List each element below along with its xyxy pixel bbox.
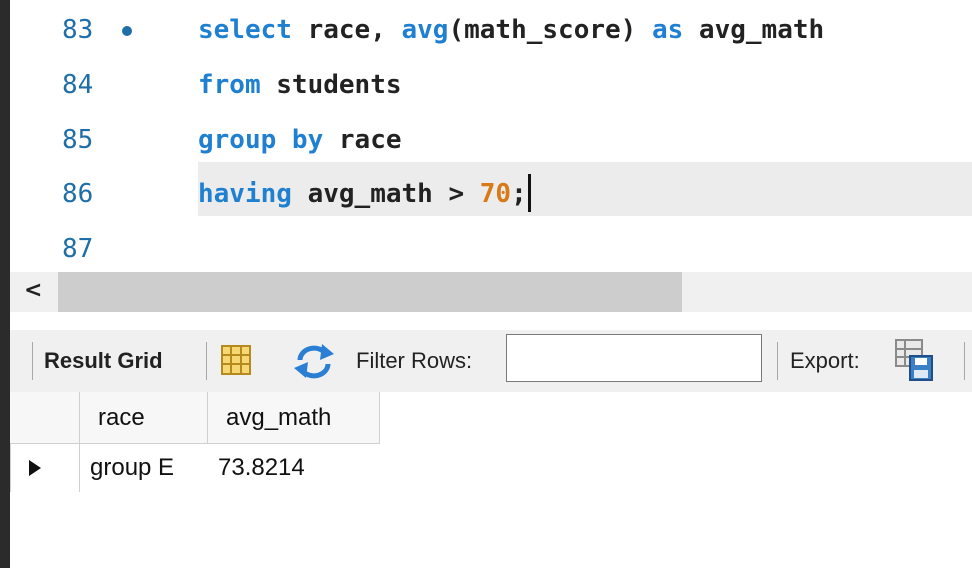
- line-number: 85: [62, 125, 94, 155]
- code-line-84: 84 from students: [10, 58, 972, 112]
- line-number: 87: [62, 234, 94, 264]
- grid-cell-avg-math[interactable]: 73.8214: [218, 444, 305, 492]
- code-line-86: 86 having avg_math > 70;: [10, 162, 972, 221]
- breakpoint-dot-icon[interactable]: [122, 26, 132, 36]
- toolbar-separator: [206, 342, 207, 380]
- column-header-label: avg_math: [226, 404, 332, 431]
- line-number: 83: [62, 15, 94, 45]
- export-icon[interactable]: [894, 338, 934, 382]
- result-grid: race avg_math group E 73.8214: [10, 392, 972, 568]
- filter-rows-input[interactable]: [506, 334, 762, 382]
- row-header-corner: [10, 392, 80, 444]
- code-token: avg_math >: [291, 179, 480, 209]
- keyword-token: select: [198, 15, 292, 45]
- toolbar-separator: [964, 342, 965, 380]
- grid-cell-race[interactable]: group E: [90, 444, 174, 492]
- form-editor-icon[interactable]: [220, 344, 254, 378]
- refresh-icon[interactable]: [292, 342, 336, 380]
- keyword-token: from: [198, 70, 261, 100]
- code-line-85: 85 group by race: [10, 113, 972, 167]
- current-row-arrow-icon: [29, 460, 41, 476]
- code-token: race,: [291, 15, 402, 45]
- function-token: avg: [401, 15, 449, 45]
- code-text: select race, avg(math_score) as avg_math: [198, 3, 824, 57]
- code-token: race: [323, 125, 402, 155]
- text-cursor: [527, 173, 531, 212]
- result-grid-tab[interactable]: Result Grid: [44, 330, 163, 392]
- code-text: group by race: [198, 113, 402, 167]
- toolbar-separator: [32, 342, 33, 380]
- code-line-83: 83 select race, avg(math_score) as avg_m…: [10, 3, 972, 57]
- column-header-label: race: [98, 404, 145, 431]
- code-token: (math_score): [448, 15, 652, 45]
- column-header-avg-math[interactable]: avg_math: [208, 392, 380, 444]
- keyword-token: group by: [198, 125, 324, 155]
- result-toolbar: Result Grid Filter Rows: Export:: [10, 330, 972, 392]
- scrollbar-thumb[interactable]: [58, 272, 682, 312]
- code-text: having avg_math > 70;: [198, 167, 531, 221]
- code-line-87: 87: [10, 222, 972, 276]
- filter-rows-label: Filter Rows:: [356, 348, 473, 373]
- code-token: avg_math: [683, 15, 825, 45]
- number-token: 70: [479, 179, 512, 209]
- keyword-token: having: [198, 179, 292, 209]
- export-label: Export:: [790, 348, 860, 373]
- code-token: ;: [511, 179, 527, 209]
- toolbar-separator: [777, 342, 778, 380]
- line-number: 84: [62, 70, 94, 100]
- sql-editor[interactable]: 83 select race, avg(math_score) as avg_m…: [10, 0, 972, 270]
- code-token: students: [260, 70, 402, 100]
- keyword-token: as: [651, 15, 684, 45]
- code-text: from students: [198, 58, 402, 112]
- mysql-workbench-window: 83 select race, avg(math_score) as avg_m…: [10, 0, 972, 568]
- horizontal-scrollbar[interactable]: <: [10, 272, 972, 312]
- line-number: 86: [62, 179, 94, 209]
- scroll-left-arrow-icon[interactable]: <: [24, 278, 42, 304]
- column-header-race[interactable]: race: [80, 392, 208, 444]
- row-indicator[interactable]: [10, 444, 80, 492]
